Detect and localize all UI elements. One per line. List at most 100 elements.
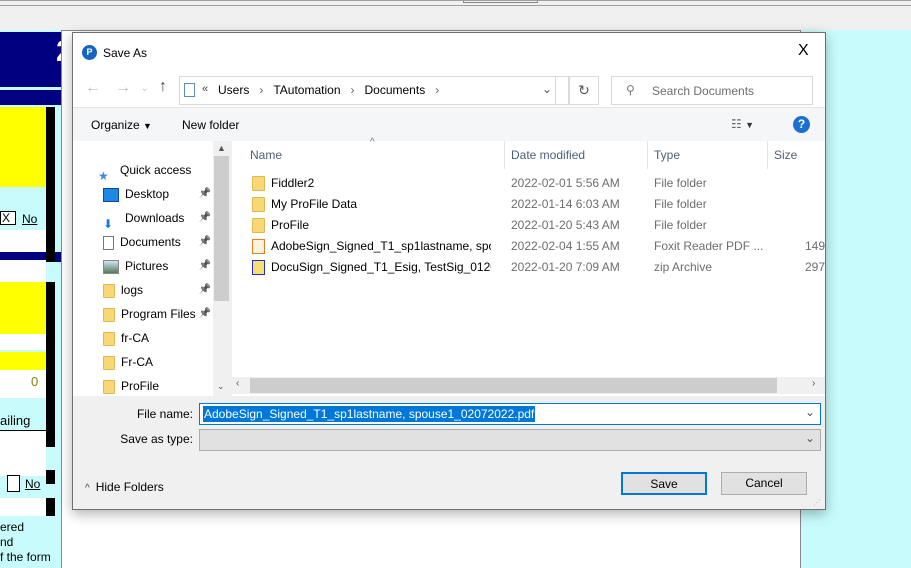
folder-icon <box>252 176 265 191</box>
back-arrow-icon[interactable]: ← <box>85 79 101 97</box>
file-type: File folder <box>654 218 707 232</box>
search-input[interactable]: ⚲ Search Documents <box>611 76 813 105</box>
folder-icon <box>103 379 115 394</box>
breadcrumb-documents[interactable]: Documents <box>365 83 426 97</box>
breadcrumb-tautomation[interactable]: TAutomation <box>273 83 340 97</box>
nav-item-pictures[interactable]: Pictures 📌 <box>103 254 213 278</box>
pin-icon[interactable]: 📌 <box>199 230 211 254</box>
form-text: nd <box>0 535 14 549</box>
nav-item-desktop[interactable]: Desktop 📌 <box>103 182 213 206</box>
nav-item-label: Downloads <box>125 211 185 225</box>
pin-icon[interactable]: 📌 <box>199 206 211 230</box>
file-name: Fiddler2 <box>271 176 315 190</box>
file-row[interactable]: AdobeSign_Signed_T1_sp1lastname, spo... 2… <box>232 236 825 257</box>
refresh-button[interactable]: ↻ <box>569 76 599 105</box>
document-icon <box>103 235 114 250</box>
navigation-bar: ← → ⌄ ↑ « Users › TAutomation › Documents › ⌄… <box>73 73 825 107</box>
title-bar: P Save As X <box>73 33 825 73</box>
search-icon: ⚲ <box>626 83 635 97</box>
nav-item-profile[interactable]: ProFile <box>103 374 213 398</box>
download-icon: ⬇ <box>103 216 114 230</box>
file-row[interactable]: Fiddler2 2022-02-01 5:56 AM File folder <box>232 173 808 194</box>
save-as-type-select[interactable]: ⌄ <box>199 429 821 451</box>
pin-icon[interactable]: 📌 <box>199 302 211 326</box>
nav-item-label: ProFile <box>121 379 160 393</box>
breadcrumb-overflow[interactable]: « <box>202 83 208 95</box>
file-row[interactable]: My ProFile Data 2022-01-14 6:03 AM File fo… <box>232 194 808 215</box>
background-toolbar <box>0 0 911 30</box>
folder-icon <box>252 197 265 212</box>
nav-item-program-files[interactable]: Program Files 📌 <box>103 302 213 326</box>
form-text: f the form <box>0 550 51 564</box>
organize-button[interactable]: Organize ▼ <box>91 118 152 132</box>
checkbox-yes[interactable]: X <box>0 211 16 225</box>
chevron-up-icon: ^ <box>85 483 90 494</box>
file-date: 2022-01-14 6:03 AM <box>511 197 620 211</box>
forward-arrow-icon[interactable]: → <box>115 79 131 97</box>
file-name-input[interactable]: AdobeSign_Signed_T1_sp1lastname, spouse1… <box>199 403 821 425</box>
checkbox-no[interactable] <box>7 475 20 492</box>
address-bar[interactable]: « Users › TAutomation › Documents › ⌄ <box>179 76 569 105</box>
file-type: File folder <box>654 197 707 211</box>
h-scroll-thumb[interactable] <box>250 378 777 393</box>
nav-item-quick-access[interactable]: ★ Quick access <box>98 158 208 182</box>
file-size: 297 <box>805 260 825 274</box>
file-list: Name ^ Date modified Type Size ‹ › Fiddl… <box>232 137 825 396</box>
nav-item-documents[interactable]: Documents 📌 <box>103 230 213 254</box>
file-row[interactable]: DocuSign_Signed_T1_Esig, TestSig_01202..… <box>232 257 825 278</box>
column-type[interactable]: Type <box>648 141 768 169</box>
save-as-type-label: Save as type: <box>120 432 193 446</box>
file-type: File folder <box>654 176 707 190</box>
nav-item-label: Quick access <box>120 163 192 177</box>
folder-icon <box>252 218 265 233</box>
view-options-icon[interactable]: ☷ ▼ <box>731 117 754 131</box>
hide-folders-button[interactable]: ^ Hide Folders <box>85 480 164 494</box>
save-button[interactable]: Save <box>621 472 707 495</box>
nav-scroll-thumb[interactable] <box>214 156 229 301</box>
file-name-value: AdobeSign_Signed_T1_sp1lastname, spouse1… <box>203 406 536 422</box>
horizontal-scrollbar[interactable]: ‹ › <box>232 377 825 394</box>
up-arrow-icon[interactable]: ↑ <box>159 78 167 96</box>
nav-item-label: Program Files <box>121 307 196 321</box>
address-dropdown-icon[interactable]: ⌄ <box>542 82 552 96</box>
file-date: 2022-02-01 5:56 AM <box>511 176 620 190</box>
nav-item-downloads[interactable]: ⬇ Downloads 📌 <box>103 206 213 230</box>
folder-icon <box>103 307 115 322</box>
nav-item-label: Fr-CA <box>121 355 153 369</box>
background-form: 2 X No 0 ailing No ered nd f the form <box>0 30 62 568</box>
organize-label: Organize <box>91 118 140 132</box>
column-date-modified[interactable]: Date modified <box>505 141 648 169</box>
breadcrumb: Users › TAutomation › Documents › <box>218 83 440 97</box>
nav-item-fr-ca[interactable]: Fr-CA <box>103 350 213 374</box>
pin-icon[interactable]: 📌 <box>199 254 211 278</box>
nav-item-fr-ca[interactable]: fr-CA <box>103 326 213 350</box>
close-button[interactable]: X <box>798 42 809 60</box>
new-folder-button[interactable]: New folder <box>182 118 239 132</box>
no-label: No <box>22 212 38 226</box>
nav-item-logs[interactable]: logs 📌 <box>103 278 213 302</box>
recent-chevron-icon[interactable]: ⌄ <box>141 83 149 94</box>
hide-folders-label: Hide Folders <box>95 480 164 494</box>
column-size[interactable]: Size <box>768 141 825 169</box>
document-icon <box>184 83 195 97</box>
form-heading: 2 <box>56 35 61 69</box>
mailing-label: ailing <box>0 413 31 428</box>
file-type: Foxit Reader PDF ... <box>654 239 764 253</box>
nav-scrollbar[interactable]: ▲ ⌄ <box>213 141 230 396</box>
command-bar: Organize ▼ New folder ☷ ▼ ? <box>73 107 825 141</box>
breadcrumb-users[interactable]: Users <box>218 83 249 97</box>
cancel-button[interactable]: Cancel <box>721 472 807 495</box>
type-dropdown-icon[interactable]: ⌄ <box>805 431 815 445</box>
nav-item-label: fr-CA <box>121 331 149 345</box>
pin-icon[interactable]: 📌 <box>199 182 211 206</box>
file-name-dropdown-icon[interactable]: ⌄ <box>805 405 815 419</box>
form-text: ered <box>0 520 25 534</box>
pin-icon[interactable]: 📌 <box>199 278 211 302</box>
pictures-icon <box>103 259 119 274</box>
help-icon[interactable]: ? <box>793 116 810 133</box>
file-name: My ProFile Data <box>271 197 358 211</box>
resize-grip-icon[interactable]: ⋰ <box>813 498 821 507</box>
file-row[interactable]: ProFile 2022-01-20 5:43 AM File folder <box>232 215 808 236</box>
nav-item-label: logs <box>121 283 144 297</box>
save-as-dialog: P Save As X ← → ⌄ ↑ « Users › TAutomation ›… <box>72 32 826 510</box>
